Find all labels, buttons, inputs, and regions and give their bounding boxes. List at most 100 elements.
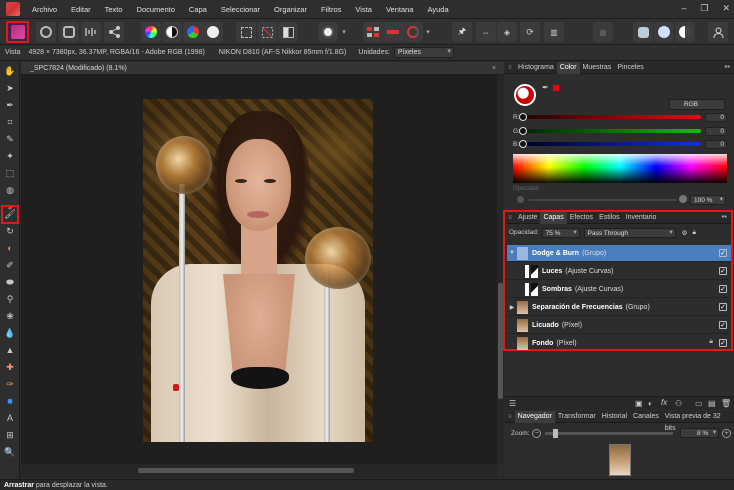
navigator-grip-icon[interactable]: ≡ (505, 411, 515, 423)
menu-texto[interactable]: Texto (105, 5, 123, 14)
layer-visibility-checkbox[interactable]: ✓ (719, 339, 727, 347)
menu-seleccionar[interactable]: Seleccionar (221, 5, 260, 14)
document-tab[interactable]: _SPC7824 (Modificado) (8.1%) × (21, 62, 504, 75)
zoom-slider[interactable] (545, 428, 673, 438)
transform-origin-button[interactable] (403, 22, 423, 42)
clone-tool-icon[interactable]: ⚲ (4, 293, 16, 305)
account-button[interactable] (708, 22, 728, 42)
menu-archivo[interactable]: Archivo (32, 5, 57, 14)
menu-ayuda[interactable]: Ayuda (427, 5, 448, 14)
pen-tool-icon[interactable]: ✑ (4, 378, 16, 390)
order-front-button[interactable]: ▥ (544, 22, 564, 42)
develop-persona-button[interactable] (59, 22, 79, 42)
crop-tool-icon[interactable]: ⌗ (4, 116, 16, 128)
red-value-field[interactable]: 0 (705, 112, 727, 122)
quick-mask-dropdown-icon[interactable]: ▾ (340, 22, 348, 42)
tab-navegador[interactable]: Navegador (514, 410, 555, 423)
primary-color-swatch[interactable] (514, 84, 536, 106)
deselect-button[interactable] (257, 22, 277, 42)
add-group-icon[interactable]: ▭ (695, 399, 703, 408)
menu-capa[interactable]: Capa (189, 5, 207, 14)
tab-historial[interactable]: Historial (599, 411, 630, 423)
blur-tool-icon[interactable]: 💧 (4, 327, 16, 339)
transform-dropdown-icon[interactable]: ▾ (424, 22, 432, 42)
layer-visibility-checkbox[interactable]: ✓ (719, 249, 727, 257)
menu-documento[interactable]: Documento (137, 5, 175, 14)
red-channel-slider[interactable]: R: 0 (513, 112, 728, 122)
red-track[interactable] (519, 113, 701, 121)
selection-marquee-button[interactable] (236, 22, 256, 42)
export-persona-button[interactable] (104, 22, 124, 42)
tab-transformar[interactable]: Transformar (555, 411, 599, 423)
healing-tool-icon[interactable]: ✚ (4, 361, 16, 373)
smudge-tool-icon[interactable]: ❀ (4, 310, 16, 322)
tab-histograma[interactable]: Histograma (515, 62, 557, 74)
blend-mode-select[interactable]: Pass Through (583, 227, 676, 238)
fx-icon[interactable]: fx (661, 398, 667, 407)
layer-visibility-checkbox[interactable]: ✓ (719, 321, 727, 329)
zoom-tool-icon[interactable]: 🔍 (4, 446, 16, 458)
auto-colors-button[interactable] (183, 22, 203, 42)
auto-contrast-button[interactable] (162, 22, 182, 42)
flood-fill-tool-icon[interactable]: ◍ (4, 184, 16, 196)
quick-mask-button[interactable] (318, 22, 338, 42)
photo-persona-button[interactable] (6, 21, 29, 43)
dodge-tool-icon[interactable]: ◐ (4, 242, 16, 254)
menu-ventana[interactable]: Ventana (386, 5, 414, 14)
navigator-thumbnail[interactable] (609, 444, 631, 476)
sharpen-tool-icon[interactable]: ▲ (4, 344, 16, 356)
green-track[interactable] (519, 127, 701, 135)
color-mode-button[interactable] (675, 22, 695, 42)
burn-tool-icon[interactable]: ✐ (4, 259, 16, 271)
layer-row-separacion[interactable]: ▶ Separación de Frecuencias (Grupo) ✓ (507, 299, 731, 316)
text-tool-icon[interactable]: A (4, 412, 16, 424)
rotate-button[interactable]: ⟳ (520, 22, 540, 42)
layer-visibility-checkbox[interactable]: ✓ (719, 303, 727, 311)
view-mode-button[interactable] (654, 22, 674, 42)
tab-pinceles[interactable]: Pinceles (614, 62, 646, 74)
canvas-horizontal-scrollbar[interactable] (21, 464, 497, 478)
green-knob[interactable] (519, 127, 527, 135)
adjustment-layer-icon[interactable]: ◐ (648, 399, 653, 408)
arrange-button[interactable]: ◈ (497, 22, 517, 42)
move-tool-icon[interactable]: ➤ (4, 82, 16, 94)
layers-stack-icon[interactable]: ☰ (509, 399, 516, 408)
auto-white-balance-button[interactable] (203, 22, 223, 42)
menu-filtros[interactable]: Filtros (321, 5, 341, 14)
layers-menu-icon[interactable]: ▪▪ (721, 212, 727, 221)
liquify-persona-button[interactable] (36, 22, 56, 42)
hand-tool-icon[interactable]: ✋ (4, 65, 16, 77)
snapping-button[interactable] (383, 22, 403, 42)
paint-brush-tool-icon[interactable]: 🖌 (4, 208, 16, 220)
expand-arrow-icon[interactable]: ▶ (507, 304, 517, 311)
invert-selection-button[interactable] (278, 22, 298, 42)
color-picker-tool-icon[interactable]: ✒ (4, 99, 16, 111)
close-window-button[interactable]: ✕ (722, 3, 730, 14)
zoom-out-icon[interactable]: − (532, 428, 542, 438)
stroke-color-swatch[interactable] (553, 85, 559, 91)
units-select[interactable]: Píxeles (393, 47, 454, 58)
panel-menu-icon[interactable]: ▪▪ (724, 62, 730, 71)
blue-track[interactable] (519, 140, 701, 148)
horizontal-scroll-thumb[interactable] (138, 468, 354, 473)
opacity-track[interactable] (529, 199, 677, 201)
layer-row-luces[interactable]: Luces (Ajuste Curvas) ✓ (507, 263, 731, 280)
blue-knob[interactable] (519, 140, 527, 148)
layer-visibility-checkbox[interactable]: ✓ (719, 285, 727, 293)
maximize-button[interactable]: ❐ (700, 3, 708, 14)
green-channel-slider[interactable]: G: 0 (513, 126, 728, 136)
eyedropper-icon[interactable]: ✒ (542, 83, 549, 92)
layer-row-licuado[interactable]: Licuado (Píxel) ✓ (507, 317, 731, 334)
panel-grip-icon[interactable]: ≡ (505, 62, 515, 74)
tab-color[interactable]: Color (556, 61, 580, 74)
blue-channel-slider[interactable]: B: 0 (513, 139, 728, 149)
opacity-knob[interactable] (679, 195, 687, 203)
zoom-slider-knob[interactable] (553, 428, 559, 438)
selection-brush-tool-icon[interactable]: ✎ (4, 133, 16, 145)
layer-lock-icon[interactable]: 🔒︎ (692, 229, 695, 237)
layer-row-sombras[interactable]: Sombras (Ajuste Curvas) ✓ (507, 281, 731, 298)
tab-inventario[interactable]: Inventario (623, 212, 660, 224)
add-pixel-layer-icon[interactable]: ▤ (708, 399, 716, 408)
marquee-tool-icon[interactable]: ⬚ (4, 167, 16, 179)
mesh-warp-tool-icon[interactable]: ⊞ (4, 429, 16, 441)
